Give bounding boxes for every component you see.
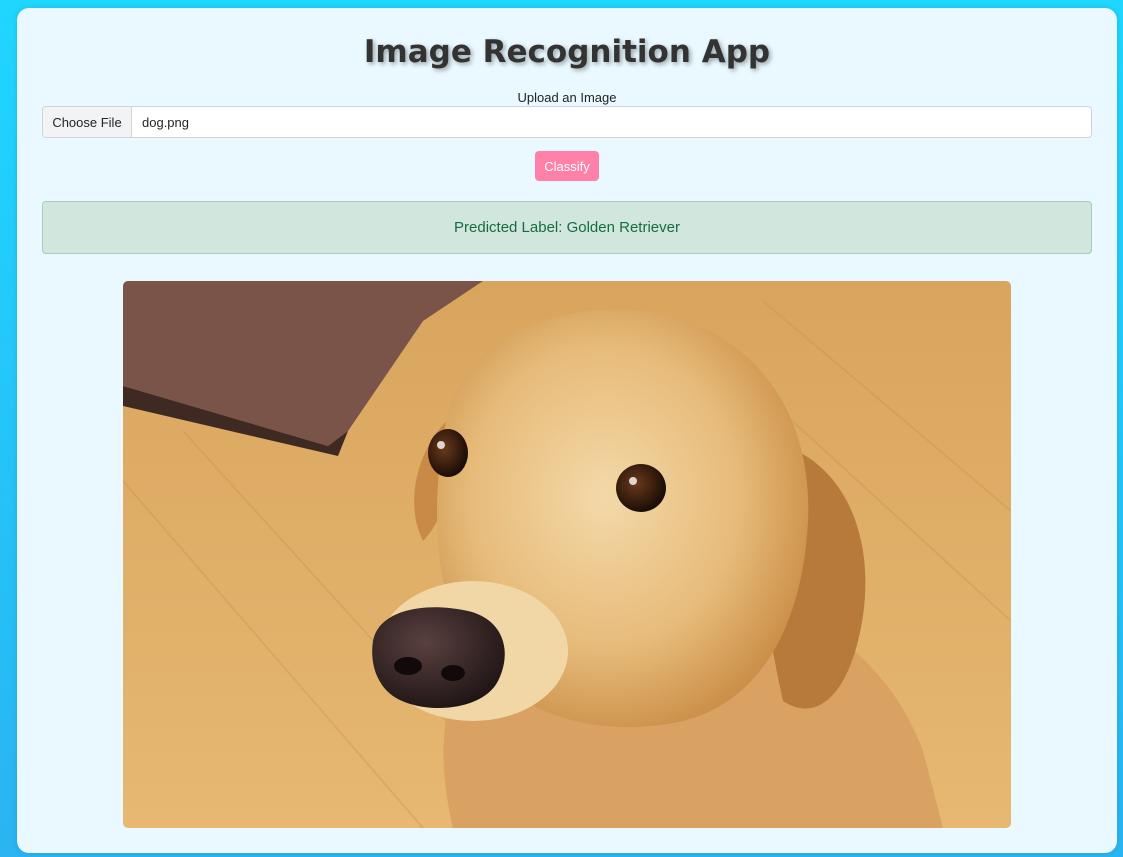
choose-file-button[interactable]: Choose File: [43, 107, 132, 137]
uploaded-image: [123, 281, 1011, 828]
file-input[interactable]: Choose File dog.png: [42, 106, 1092, 138]
selected-file-name: dog.png: [142, 114, 189, 130]
app-card: Image Recognition App Upload an Image Ch…: [17, 8, 1117, 853]
upload-label: Upload an Image: [517, 90, 617, 105]
classify-button[interactable]: Classify: [535, 151, 599, 181]
dog-photo: [123, 281, 1011, 828]
page-title: Image Recognition App: [363, 34, 771, 70]
prediction-result: Predicted Label: Golden Retriever: [42, 201, 1092, 254]
